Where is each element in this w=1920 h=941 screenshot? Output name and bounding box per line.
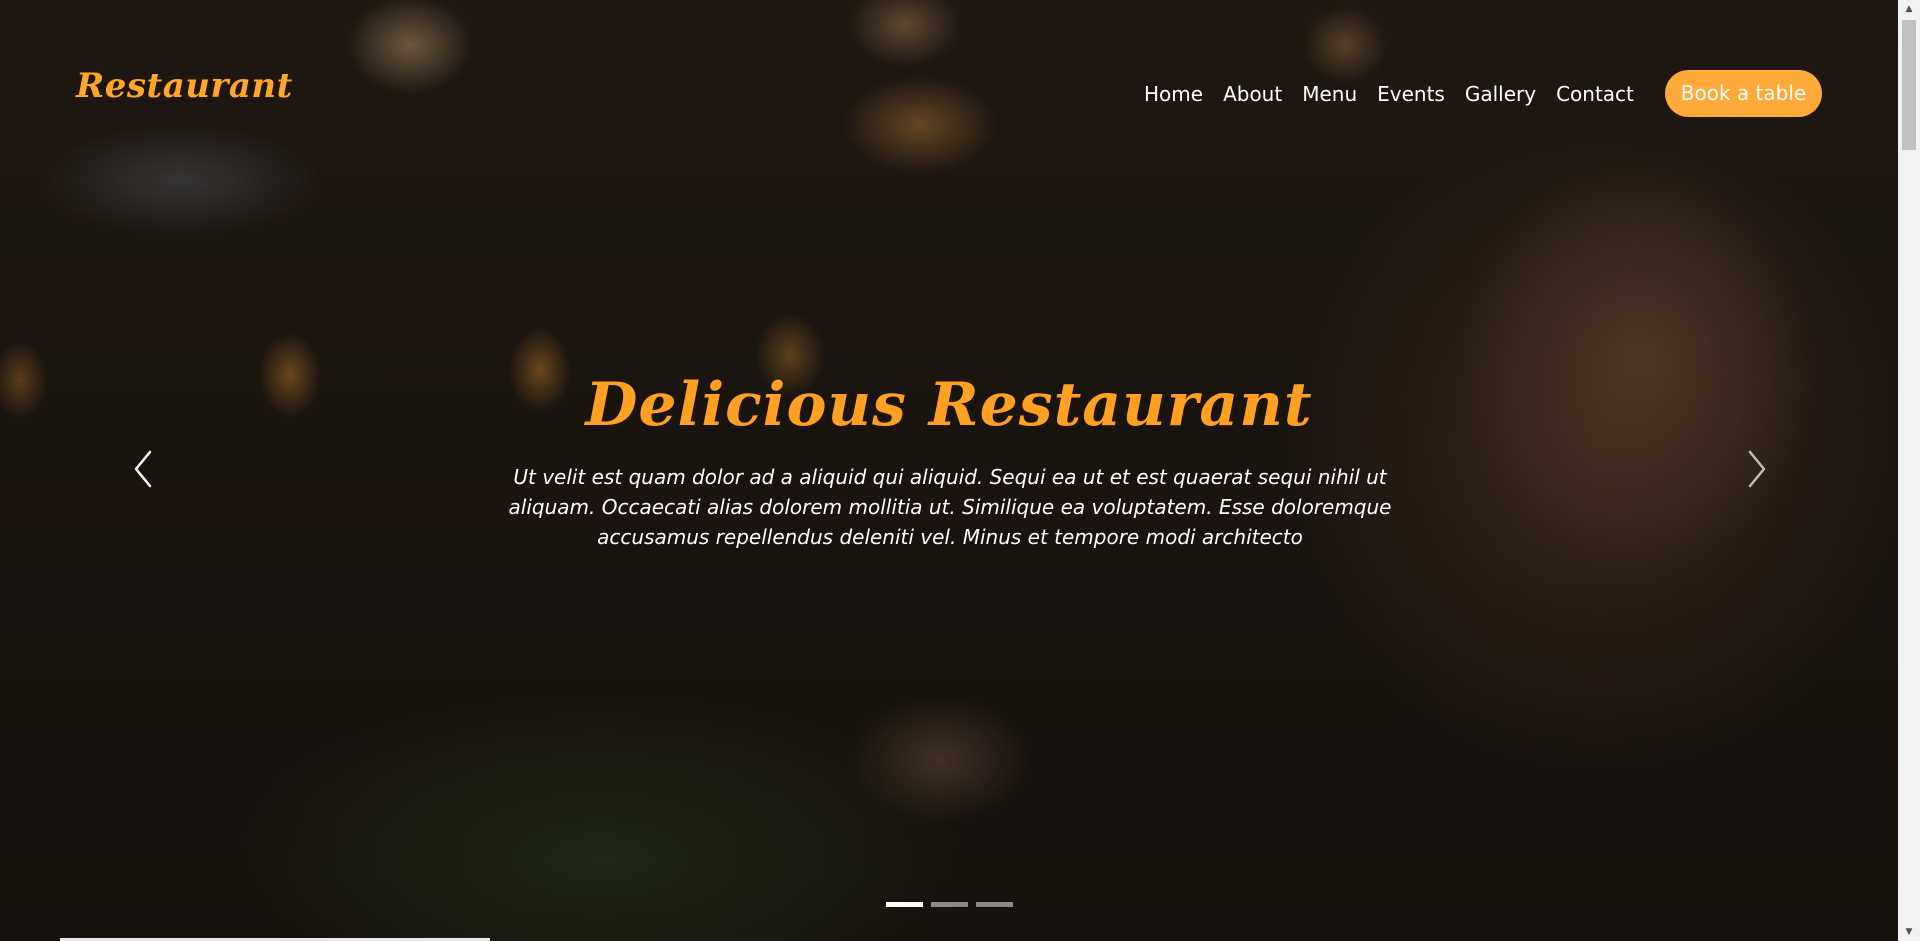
scroll-down-icon[interactable]: ▼	[1898, 923, 1920, 941]
chevron-right-icon[interactable]	[1742, 446, 1772, 492]
scroll-up-icon[interactable]: ▲	[1898, 0, 1920, 18]
page: Restaurant Home About Menu Events Galler…	[0, 0, 1920, 941]
nav-about[interactable]: About	[1223, 82, 1282, 106]
carousel-indicator-2[interactable]	[931, 902, 968, 907]
book-table-button[interactable]: Book a table	[1665, 70, 1822, 117]
scrollbar-thumb[interactable]	[1902, 20, 1916, 150]
main-nav: Home About Menu Events Gallery Contact	[1144, 82, 1634, 106]
carousel-indicators	[886, 902, 1013, 907]
nav-home[interactable]: Home	[1144, 82, 1203, 106]
nav-contact[interactable]: Contact	[1556, 82, 1634, 106]
carousel-indicator-1[interactable]	[886, 902, 923, 907]
chevron-left-icon[interactable]	[128, 446, 158, 492]
nav-events[interactable]: Events	[1377, 82, 1445, 106]
nav-gallery[interactable]: Gallery	[1465, 82, 1536, 106]
carousel-indicator-3[interactable]	[976, 902, 1013, 907]
vertical-scrollbar[interactable]: ▲ ▼	[1898, 0, 1920, 941]
hero-title: Delicious Restaurant	[585, 370, 1313, 440]
logo[interactable]: Restaurant	[76, 66, 293, 106]
nav-menu[interactable]: Menu	[1302, 82, 1357, 106]
hero-description: Ut velit est quam dolor ad a aliquid qui…	[508, 465, 1392, 549]
